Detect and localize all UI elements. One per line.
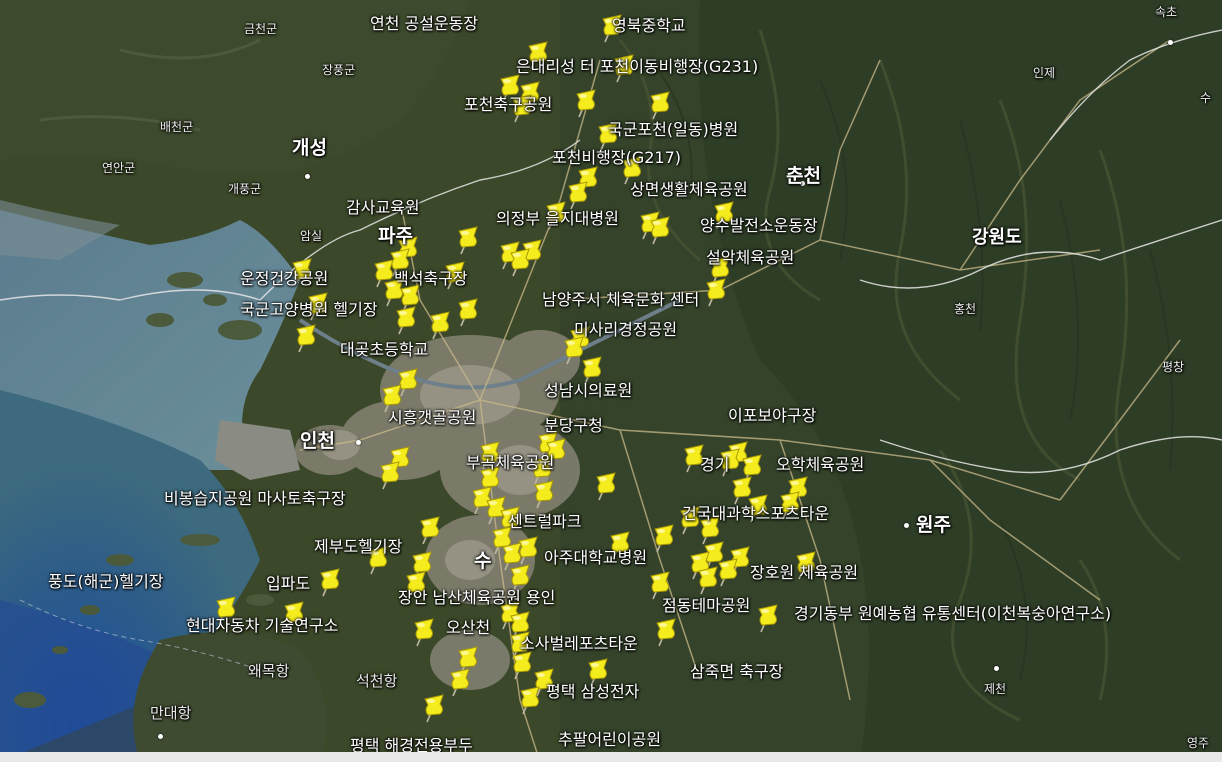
status-bar: [0, 752, 1222, 762]
satellite-map[interactable]: [0, 0, 1222, 762]
